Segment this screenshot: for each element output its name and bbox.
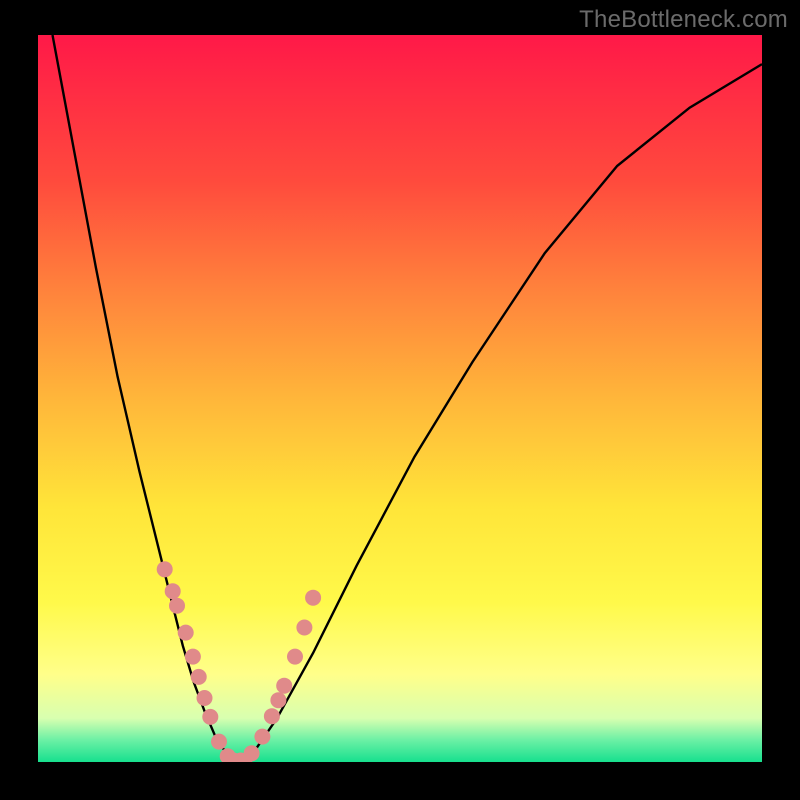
highlight-dot [191,669,207,685]
highlight-dot [270,692,286,708]
highlight-dot [264,708,280,724]
chart-frame: TheBottleneck.com [0,0,800,800]
highlight-dot [254,729,270,745]
highlight-dot [185,649,201,665]
highlight-dot [197,690,213,706]
watermark-text: TheBottleneck.com [579,6,788,34]
highlight-dots [157,561,321,762]
plot-area [38,35,762,762]
curve-svg [38,35,762,762]
bottleneck-curve [53,35,763,761]
highlight-dot [165,583,181,599]
highlight-dot [276,678,292,694]
highlight-dot [157,561,173,577]
highlight-dot [211,734,227,750]
highlight-dot [244,745,260,761]
highlight-dot [305,590,321,606]
highlight-dot [287,649,303,665]
highlight-dot [169,598,185,614]
highlight-dot [202,709,218,725]
highlight-dot [178,625,194,641]
highlight-dot [296,620,312,636]
